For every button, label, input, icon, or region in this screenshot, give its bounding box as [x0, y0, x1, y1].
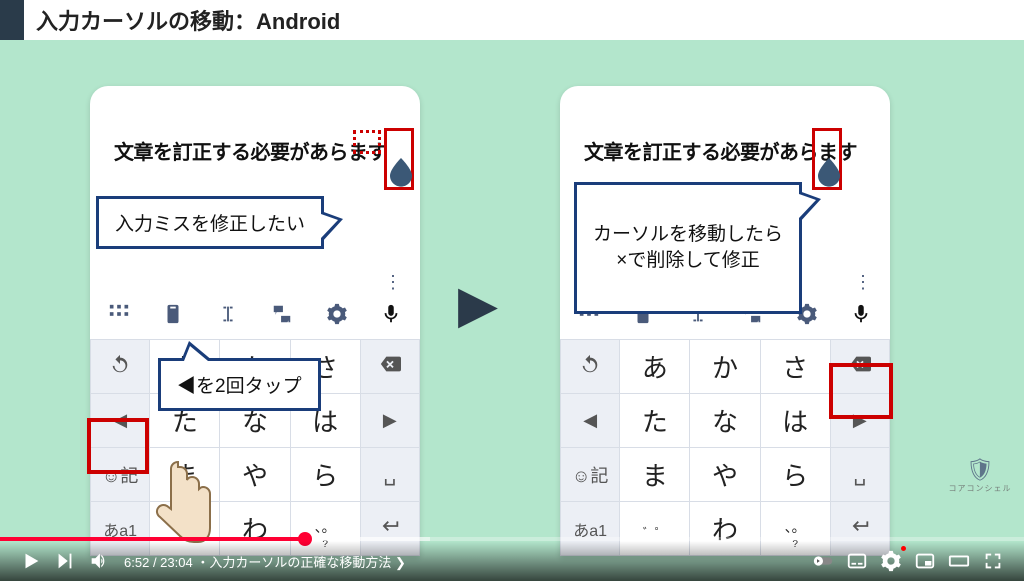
chevron-right-icon[interactable]: ❯ — [395, 555, 406, 570]
key-ma[interactable]: ま — [620, 448, 690, 502]
key-emoji[interactable]: ☺記 — [561, 448, 620, 502]
callout-text: カーソルを移動したら ×で削除して修正 — [593, 224, 783, 272]
key-ya[interactable]: や — [690, 448, 760, 502]
highlight-typo — [353, 130, 381, 154]
watermark-logo-icon: 🛡 — [946, 457, 1014, 483]
kebab-icon: ⋮ — [854, 272, 874, 293]
slide-content: 入力カーソルの移動：Android 文章を訂正する必要があらます 入力ミスを修正… — [0, 0, 1024, 581]
keyboard-strip: ⋮ — [90, 266, 420, 295]
next-button[interactable] — [48, 544, 82, 578]
phone-screenshot-right: 文章を訂正する必要があらます カーソルを移動したら ×で削除して修正 ⋮ — [560, 86, 890, 556]
title-marker — [0, 0, 24, 40]
arrow-right-icon: ▶ — [458, 275, 498, 335]
text-input-area: 文章を訂正する必要があらます 入力ミスを修正したい — [90, 86, 420, 266]
key-backspace[interactable] — [360, 340, 419, 394]
play-button[interactable] — [14, 544, 48, 578]
kebab-icon: ⋮ — [384, 272, 404, 293]
input-text: 文章を訂正する必要があらます — [114, 142, 387, 164]
video-controls: 6:52 / 23:04 ・入力カーソルの正確な移動方法 ❯ — [0, 541, 1024, 581]
grid-icon — [108, 303, 130, 331]
volume-button[interactable] — [82, 544, 116, 578]
key-ka[interactable]: か — [690, 340, 760, 394]
cursor-handle-icon — [390, 158, 412, 186]
time-display: 6:52 / 23:04 ・入力カーソルの正確な移動方法 ❯ — [124, 552, 406, 571]
text-cursor-icon — [217, 303, 239, 331]
key-space[interactable]: ␣ — [360, 448, 419, 502]
time-total: 23:04 — [160, 555, 193, 570]
miniplayer-button[interactable] — [908, 544, 942, 578]
key-emoji[interactable]: ☺記 — [91, 448, 150, 502]
callout-tap-twice: ◀を2回タップ — [158, 358, 321, 411]
captions-button[interactable] — [840, 544, 874, 578]
translate-icon — [271, 303, 293, 331]
key-ma[interactable]: ま — [150, 448, 220, 502]
settings-notification-dot — [901, 546, 906, 551]
settings-icon — [326, 303, 348, 331]
callout-typo: 入力ミスを修正したい — [96, 196, 324, 249]
key-undo[interactable] — [91, 340, 150, 394]
slide-title: 入力カーソルの移動：Android — [36, 4, 340, 36]
theater-button[interactable] — [942, 544, 976, 578]
callout-text: 入力ミスを修正したい — [115, 214, 305, 235]
watermark: 🛡 コアコンシェル — [946, 457, 1014, 507]
key-ra[interactable]: ら — [290, 448, 360, 502]
key-ya[interactable]: や — [220, 448, 290, 502]
slide-title-bar: 入力カーソルの移動：Android — [0, 0, 1024, 40]
clipboard-icon — [162, 303, 184, 331]
callout-text: ◀を2回タップ — [177, 376, 302, 397]
key-a[interactable]: あ — [620, 340, 690, 394]
key-ha[interactable]: は — [760, 394, 830, 448]
key-ta[interactable]: た — [620, 394, 690, 448]
callout-delete: カーソルを移動したら ×で削除して修正 — [574, 182, 802, 314]
key-right-arrow[interactable]: ▶ — [830, 394, 889, 448]
fullscreen-button[interactable] — [976, 544, 1010, 578]
key-ra[interactable]: ら — [760, 448, 830, 502]
phone-screenshot-left: 文章を訂正する必要があらます 入力ミスを修正したい ⋮ — [90, 86, 420, 556]
chapter-title[interactable]: ・入力カーソルの正確な移動方法 — [196, 555, 391, 570]
time-current: 6:52 — [124, 555, 149, 570]
settings-button[interactable] — [874, 544, 908, 578]
keyboard-grid: あ か さ ◀ た な は ▶ ☺記 ま や ら ␣ あa1 ゛゜ — [560, 339, 890, 556]
mic-icon — [380, 303, 402, 331]
key-undo[interactable] — [561, 340, 620, 394]
text-input-area: 文章を訂正する必要があらます カーソルを移動したら ×で削除して修正 — [560, 86, 890, 266]
key-space[interactable]: ␣ — [830, 448, 889, 502]
key-na[interactable]: な — [690, 394, 760, 448]
key-right-arrow[interactable]: ▶ — [360, 394, 419, 448]
key-sa[interactable]: さ — [760, 340, 830, 394]
mic-icon — [850, 303, 872, 331]
watermark-text: コアコンシェル — [946, 483, 1014, 494]
autoplay-toggle[interactable] — [806, 544, 840, 578]
key-left-arrow[interactable]: ◀ — [91, 394, 150, 448]
cursor-handle-icon — [818, 158, 840, 186]
keyboard-toolbar — [90, 295, 420, 339]
key-backspace[interactable] — [830, 340, 889, 394]
key-left-arrow[interactable]: ◀ — [561, 394, 620, 448]
